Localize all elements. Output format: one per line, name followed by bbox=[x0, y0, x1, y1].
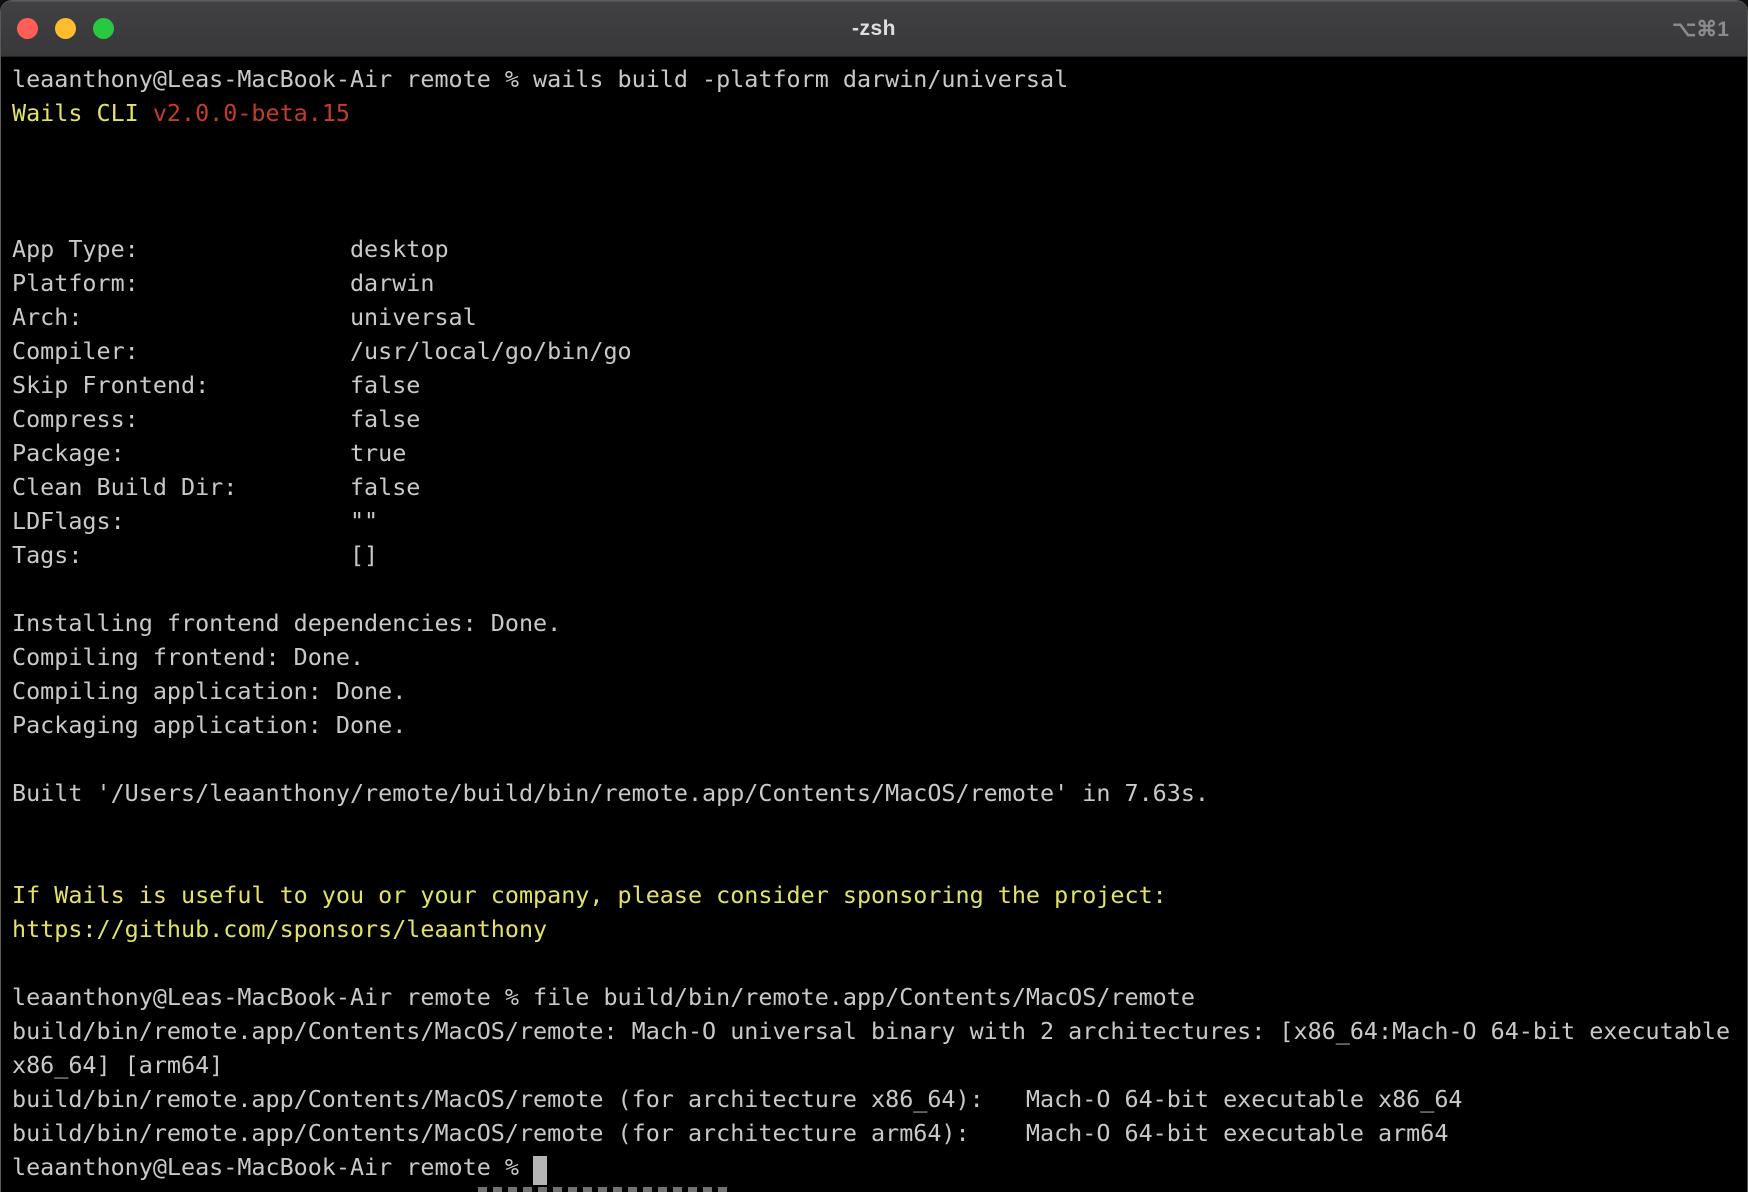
terminal-line: https://github.com/sponsors/leaanthony bbox=[12, 912, 1747, 946]
terminal-line: App Type: desktop bbox=[12, 232, 1747, 266]
terminal-line: LDFlags: "" bbox=[12, 504, 1747, 538]
terminal-line: build/bin/remote.app/Contents/MacOS/remo… bbox=[12, 1116, 1747, 1150]
terminal-line: Compiler: /usr/local/go/bin/go bbox=[12, 334, 1747, 368]
terminal-line: Compiling application: Done. bbox=[12, 674, 1747, 708]
terminal-line: Arch: universal bbox=[12, 300, 1747, 334]
terminal-line: Compress: false bbox=[12, 402, 1747, 436]
terminal-line: Skip Frontend: false bbox=[12, 368, 1747, 402]
terminal-line bbox=[12, 164, 1747, 198]
tab-shortcut-label: ⌥⌘1 bbox=[1672, 1, 1729, 57]
titlebar[interactable]: -zsh ⌥⌘1 bbox=[1, 1, 1747, 57]
terminal-line bbox=[12, 572, 1747, 606]
terminal-line bbox=[12, 198, 1747, 232]
terminal-line bbox=[12, 844, 1747, 878]
terminal-line: build/bin/remote.app/Contents/MacOS/remo… bbox=[12, 1082, 1747, 1116]
terminal-line: Packaging application: Done. bbox=[12, 708, 1747, 742]
terminal-line: leaanthony@Leas-MacBook-Air remote % wai… bbox=[12, 62, 1747, 96]
terminal-line: leaanthony@Leas-MacBook-Air remote % bbox=[12, 1150, 1747, 1184]
terminal-line: build/bin/remote.app/Contents/MacOS/remo… bbox=[12, 1014, 1747, 1048]
terminal-cursor bbox=[533, 1156, 547, 1185]
terminal-screen[interactable]: leaanthony@Leas-MacBook-Air remote % wai… bbox=[1, 57, 1747, 1192]
terminal-line: Package: true bbox=[12, 436, 1747, 470]
terminal-line bbox=[12, 810, 1747, 844]
terminal-line: Compiling frontend: Done. bbox=[12, 640, 1747, 674]
terminal-line: Wails CLI v2.0.0-beta.15 bbox=[12, 96, 1747, 130]
terminal-line: Clean Build Dir: false bbox=[12, 470, 1747, 504]
terminal-line: Built '/Users/leaanthony/remote/build/bi… bbox=[12, 776, 1747, 810]
terminal-window: -zsh ⌥⌘1 leaanthony@Leas-MacBook-Air rem… bbox=[0, 0, 1748, 1192]
window-title: -zsh bbox=[1, 1, 1747, 57]
terminal-line: Platform: darwin bbox=[12, 266, 1747, 300]
terminal-line bbox=[12, 946, 1747, 980]
terminal-line: If Wails is useful to you or your compan… bbox=[12, 878, 1747, 912]
terminal-line: Installing frontend dependencies: Done. bbox=[12, 606, 1747, 640]
terminal-line: Tags: [] bbox=[12, 538, 1747, 572]
terminal-line bbox=[12, 742, 1747, 776]
terminal-line: x86_64] [arm64] bbox=[12, 1048, 1747, 1082]
clipped-text-sliver bbox=[478, 1187, 728, 1192]
terminal-line bbox=[12, 130, 1747, 164]
terminal-line: leaanthony@Leas-MacBook-Air remote % fil… bbox=[12, 980, 1747, 1014]
